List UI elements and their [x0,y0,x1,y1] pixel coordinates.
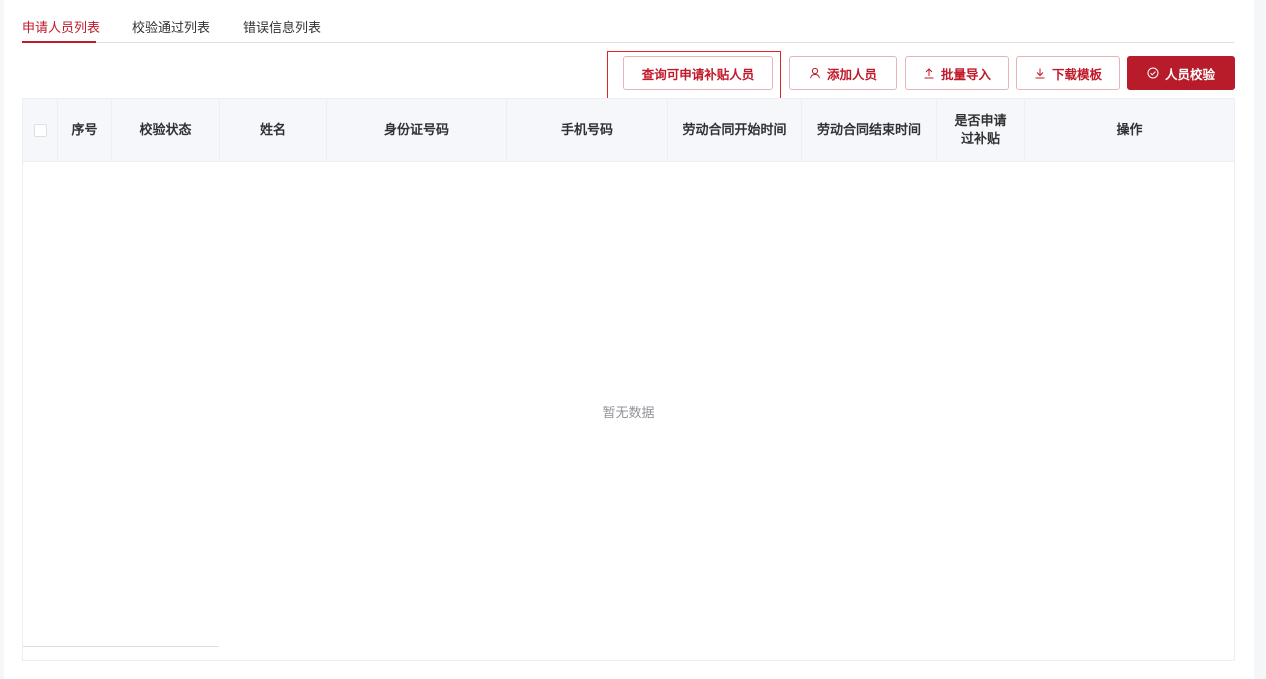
upload-icon [923,67,935,79]
applicant-table: 序号 校验状态 姓名 身份证号码 手机号码 劳动合同开始时间 劳动合同结束时间 … [22,98,1235,661]
select-all-checkbox[interactable] [33,124,47,137]
column-header: 身份证号码 [327,99,507,162]
check-circle-icon [1147,67,1159,79]
batch-import-label: 批量导入 [940,66,991,82]
fixed-column-divider [23,646,219,647]
column-header: 姓名 [220,99,327,162]
column-header: 手机号码 [507,99,668,162]
highlight-box [607,51,781,99]
table-header: 序号 校验状态 姓名 身份证号码 手机号码 劳动合同开始时间 劳动合同结束时间 … [23,99,1234,162]
empty-state-text: 暂无数据 [602,405,655,421]
column-header: 是否申请过补贴 [937,99,1025,162]
verify-persons-button[interactable]: 人员校验 [1127,56,1235,90]
verify-persons-label: 人员校验 [1164,66,1215,82]
download-icon [1034,67,1046,79]
column-header: 校验状态 [112,99,220,162]
active-tab-indicator [22,41,96,43]
tab-verified-list[interactable]: 校验通过列表 [132,17,210,36]
user-icon [809,67,821,79]
column-header: 序号 [58,99,112,162]
add-person-label: 添加人员 [826,66,877,82]
add-person-button[interactable]: 添加人员 [789,56,897,90]
download-template-button[interactable]: 下载模板 [1016,56,1120,90]
batch-import-button[interactable]: 批量导入 [905,56,1009,90]
tab-error-list[interactable]: 错误信息列表 [243,17,321,36]
column-header: 操作 [1116,122,1143,138]
tab-applicant-list[interactable]: 申请人员列表 [22,17,100,36]
download-template-label: 下载模板 [1051,66,1102,82]
select-all-cell [23,99,58,162]
column-header: 劳动合同结束时间 [802,99,937,162]
column-header: 劳动合同开始时间 [668,99,802,162]
